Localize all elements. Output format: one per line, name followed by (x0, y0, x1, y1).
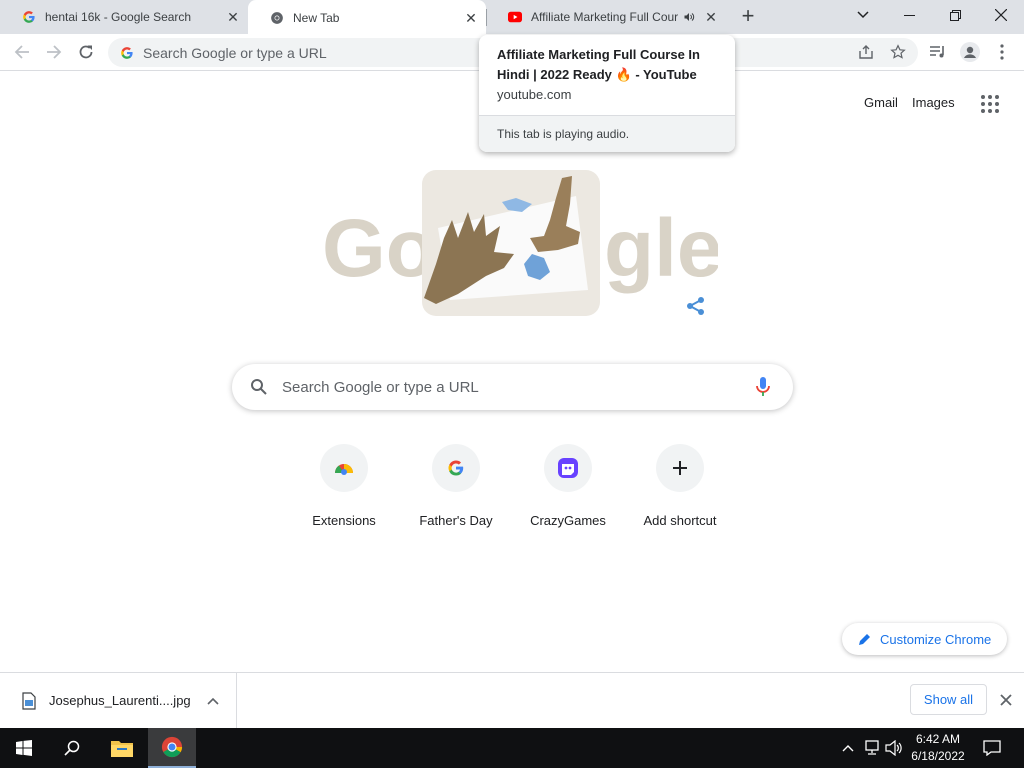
media-control-icon[interactable] (926, 40, 950, 64)
download-filename: Josephus_Laurenti....jpg (49, 693, 191, 708)
windows-start-icon[interactable] (0, 728, 48, 768)
shortcut-fathers-day[interactable]: Father's Day (400, 442, 512, 538)
google-g-icon (120, 46, 134, 60)
crazygames-icon (544, 444, 592, 492)
share-icon[interactable] (854, 40, 878, 64)
search-icon[interactable] (48, 728, 96, 768)
file-explorer-icon[interactable] (98, 728, 146, 768)
minimize-icon[interactable] (886, 0, 932, 30)
google-g-icon (432, 444, 480, 492)
image-file-icon (22, 691, 36, 710)
shortcut-crazygames[interactable]: CrazyGames (512, 442, 624, 538)
google-g-icon (22, 10, 36, 24)
tab-title: Affiliate Marketing Full Course In Hindi (531, 10, 678, 24)
system-clock[interactable]: 6:42 AM 6/18/2022 (906, 731, 970, 765)
hovercard-audio-status: This tab is playing audio. (479, 115, 735, 152)
search-placeholder: Search Google or type a URL (282, 378, 479, 396)
hovercard-title: Affiliate Marketing Full Course In Hindi… (497, 47, 700, 82)
search-icon (250, 378, 268, 396)
youtube-icon (508, 10, 522, 24)
doodle-letters-left: Go (322, 203, 436, 294)
volume-icon[interactable] (884, 738, 904, 758)
customize-chrome-label: Customize Chrome (880, 631, 992, 647)
shortcut-label: Father's Day (419, 513, 493, 528)
doodle-letters-right: gle (604, 203, 718, 294)
new-tab-button[interactable]: + (736, 5, 760, 29)
hovercard-domain: youtube.com (497, 87, 572, 102)
reload-icon[interactable] (74, 40, 98, 64)
shortcut-label: CrazyGames (530, 513, 606, 528)
close-icon[interactable]: ✕ (462, 9, 480, 27)
shortcut-label: Extensions (312, 513, 376, 528)
menu-kebab-icon[interactable] (990, 40, 1014, 64)
speaker-icon[interactable] (682, 10, 696, 24)
tab-search-icon[interactable] (840, 0, 886, 30)
download-item[interactable]: Josephus_Laurenti....jpg (0, 673, 237, 728)
clock-date: 6/18/2022 (911, 749, 965, 763)
customize-chrome-button[interactable]: Customize Chrome (842, 623, 1007, 655)
close-icon[interactable] (996, 690, 1016, 710)
gmail-link[interactable]: Gmail (864, 95, 898, 110)
download-shelf: Josephus_Laurenti....jpg Show all (0, 672, 1024, 728)
notifications-icon[interactable] (982, 738, 1002, 758)
chrome-webstore-icon (320, 444, 368, 492)
apps-grid-icon[interactable] (980, 94, 1000, 114)
back-icon[interactable] (10, 40, 34, 64)
pencil-icon (858, 632, 872, 646)
new-tab-page: Gmail Images Go gle Search Google or typ… (0, 72, 1024, 672)
restore-icon[interactable] (932, 0, 978, 30)
tab-strip: hentai 16k - Google Search ✕ New Tab ✕ A… (0, 0, 1024, 36)
tab-hover-card: Affiliate Marketing Full Course In Hindi… (479, 35, 735, 152)
chevron-up-icon[interactable] (838, 738, 858, 758)
close-icon[interactable]: ✕ (702, 8, 720, 26)
bookmark-star-icon[interactable] (886, 40, 910, 64)
chrome-icon (270, 11, 284, 25)
tab-title: hentai 16k - Google Search (45, 10, 192, 24)
tab-title: New Tab (293, 11, 340, 25)
tab-google-search[interactable]: hentai 16k - Google Search ✕ (0, 0, 248, 34)
shortcut-add[interactable]: Add shortcut (624, 442, 736, 538)
chrome-taskbar-icon[interactable] (148, 728, 196, 768)
omnibox-placeholder: Search Google or type a URL (143, 44, 327, 61)
profile-avatar-icon[interactable] (958, 40, 982, 64)
tab-new-tab[interactable]: New Tab ✕ (248, 0, 486, 36)
close-window-icon[interactable] (978, 0, 1024, 30)
forward-icon[interactable] (42, 40, 66, 64)
share-icon[interactable] (686, 296, 706, 316)
clock-time: 6:42 AM (915, 732, 961, 746)
show-all-button[interactable]: Show all (910, 684, 987, 715)
microphone-icon[interactable] (751, 375, 775, 399)
plus-icon (656, 444, 704, 492)
chevron-up-icon[interactable] (204, 692, 222, 710)
windows-taskbar: 6:42 AM 6/18/2022 (0, 728, 1024, 768)
network-icon[interactable] (862, 738, 882, 758)
close-icon[interactable]: ✕ (224, 8, 242, 26)
images-link[interactable]: Images (912, 95, 955, 110)
google-doodle[interactable]: Go gle (318, 168, 722, 328)
shortcut-label: Add shortcut (643, 513, 717, 528)
ntp-search-box[interactable]: Search Google or type a URL (232, 364, 793, 410)
tab-youtube[interactable]: Affiliate Marketing Full Course In Hindi… (486, 0, 726, 34)
tab-divider (486, 9, 487, 26)
shortcut-extensions[interactable]: Extensions (288, 442, 400, 538)
